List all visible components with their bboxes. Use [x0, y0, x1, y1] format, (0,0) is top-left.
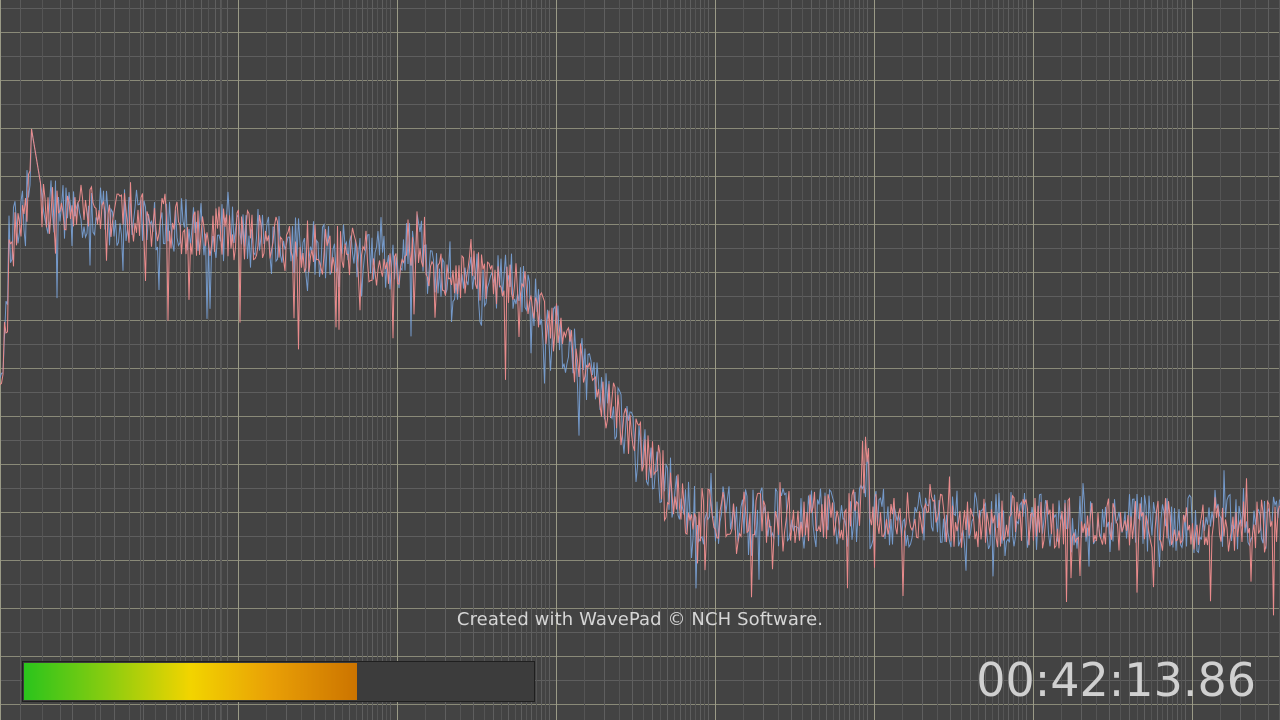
- level-meter-fill: [24, 663, 357, 700]
- level-meter: [22, 661, 535, 702]
- watermark: Created with WavePad © NCH Software.: [456, 609, 824, 630]
- timecode: 00:42:13.86: [976, 653, 1256, 707]
